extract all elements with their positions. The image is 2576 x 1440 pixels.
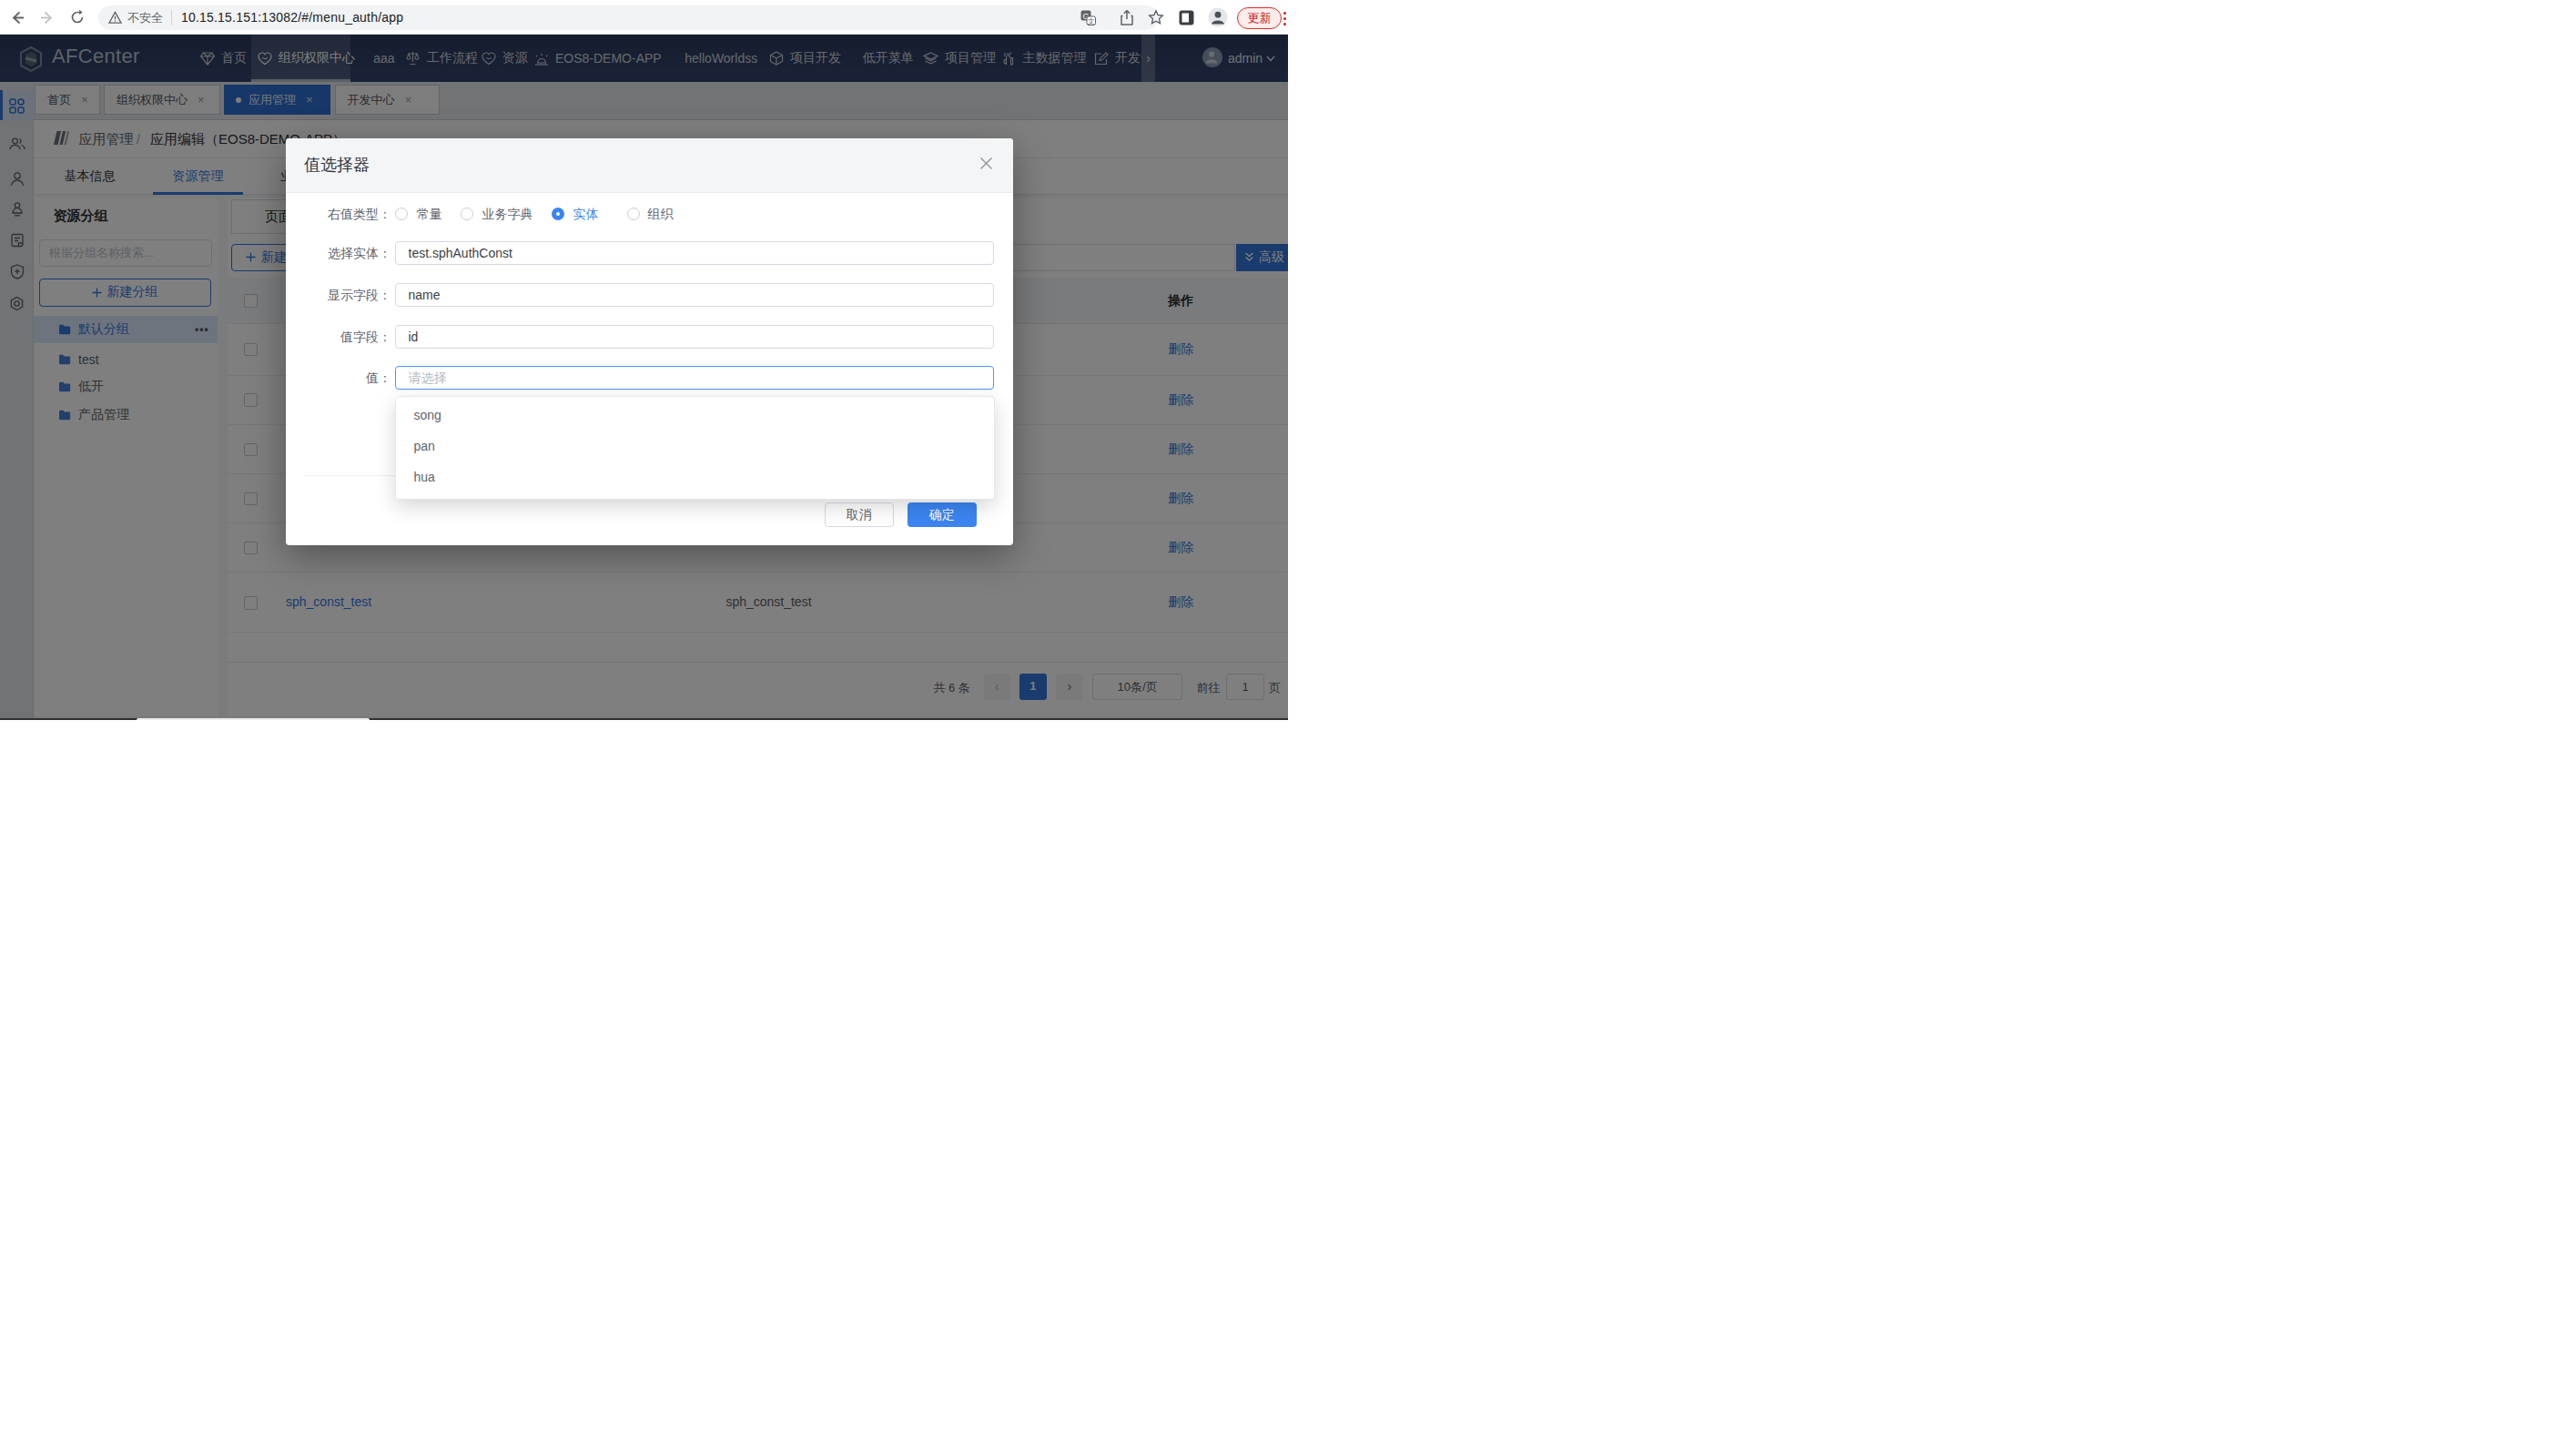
display-field-input[interactable]: name <box>395 283 995 307</box>
field-label: 显示字段： <box>304 283 391 307</box>
browser-back-icon[interactable] <box>9 9 26 26</box>
entity-input[interactable]: test.sphAuthConst <box>395 241 995 265</box>
browser-forward-icon[interactable] <box>38 9 56 26</box>
url-text[interactable]: 10.15.15.151:13082/#/menu_auth/app <box>181 5 403 30</box>
confirm-button[interactable]: 确定 <box>908 502 977 527</box>
field-label: 选择实体： <box>304 241 391 265</box>
dock-edge <box>0 718 1288 721</box>
radio-constant[interactable] <box>395 208 408 220</box>
dialog-title: 值选择器 <box>304 138 370 193</box>
field-label: 右值类型： <box>304 202 391 226</box>
profile-icon[interactable] <box>1208 7 1228 27</box>
radio-business-dict[interactable] <box>461 208 473 220</box>
close-icon[interactable] <box>979 157 993 170</box>
field-label: 值字段： <box>304 325 391 349</box>
share-icon[interactable] <box>1119 9 1135 26</box>
dropdown-option-song[interactable]: song <box>396 400 994 431</box>
form-row-value-field: 值字段： id <box>286 325 1013 349</box>
dock-edge-highlight <box>137 718 370 721</box>
form-row-display-field: 显示字段： name <box>286 283 1013 307</box>
chrome-menu-icon[interactable] <box>1283 12 1286 28</box>
radio-organization[interactable] <box>627 208 640 220</box>
radio-label: 组织 <box>648 202 674 226</box>
radio-label: 业务字典 <box>482 202 533 226</box>
radio-label: 实体 <box>573 202 599 226</box>
radio-entity[interactable] <box>552 208 564 220</box>
form-row-value: 值： 请选择 <box>286 366 1013 390</box>
side-panel-icon[interactable] <box>1179 10 1194 25</box>
address-bar[interactable]: 不安全 10.15.15.151:13082/#/menu_auth/app G… <box>98 5 1159 30</box>
field-label: 值： <box>304 366 391 390</box>
translate-icon[interactable]: G文 <box>1080 10 1096 25</box>
cancel-button[interactable]: 取消 <box>825 502 894 527</box>
omnibox-divider <box>171 10 172 25</box>
not-secure-warning-icon <box>108 11 122 25</box>
dropdown-option-hua[interactable]: hua <box>396 461 994 492</box>
form-row-right-value-type: 右值类型： 常量 业务字典 实体 组织 <box>286 202 1013 226</box>
browser-reload-icon[interactable] <box>69 9 86 25</box>
value-select-input[interactable]: 请选择 <box>395 366 995 390</box>
value-field-input[interactable]: id <box>395 325 995 349</box>
screen: 不安全 10.15.15.151:13082/#/menu_auth/app G… <box>0 0 1288 720</box>
security-status[interactable]: 不安全 <box>127 5 163 30</box>
dialog-header: 值选择器 <box>286 138 1013 193</box>
bookmark-star-icon[interactable] <box>1148 9 1164 25</box>
value-select-dropdown: song pan hua <box>395 396 995 499</box>
form-row-select-entity: 选择实体： test.sphAuthConst <box>286 241 1013 265</box>
radio-label: 常量 <box>417 202 442 226</box>
chrome-update-button[interactable]: 更新 <box>1237 7 1282 29</box>
translate-wen-glyph: 文 <box>1088 17 1095 25</box>
dropdown-option-pan[interactable]: pan <box>396 431 994 461</box>
browser-toolbar: 不安全 10.15.15.151:13082/#/menu_auth/app G… <box>0 0 1288 35</box>
